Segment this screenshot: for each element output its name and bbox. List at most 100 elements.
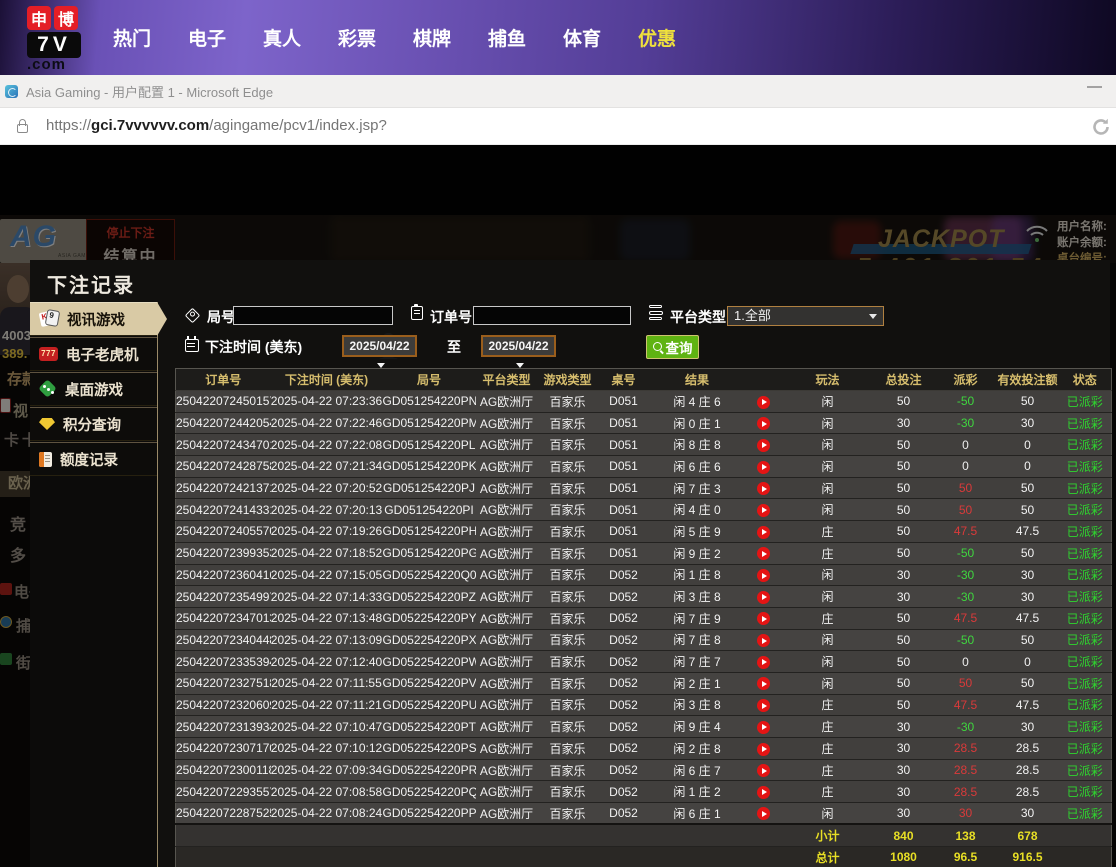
reload-icon[interactable] — [1091, 117, 1111, 137]
play-video-icon[interactable] — [757, 786, 770, 799]
play-video-icon[interactable] — [757, 461, 770, 474]
bet-time: 2025-04-22 07:23:36 — [271, 391, 383, 413]
sidebar-item-table-games[interactable]: 桌面游戏 — [30, 372, 157, 406]
round-no: GD052254220PQ — [383, 781, 476, 803]
order-no: 250422072287525 — [176, 803, 271, 825]
nav-item-promo[interactable]: 优惠 — [638, 24, 678, 51]
sidebar-item-points-inquiry[interactable]: 积分查询 — [30, 407, 157, 441]
valid-bet: 50 — [997, 542, 1059, 564]
play — [745, 694, 783, 716]
platform-type-select[interactable]: 1.全部 — [727, 306, 884, 326]
play-video-icon[interactable] — [757, 721, 770, 734]
play — [745, 607, 783, 629]
play-video-icon[interactable] — [757, 677, 770, 690]
play-video-icon[interactable] — [757, 634, 770, 647]
table-no: D051 — [598, 499, 650, 521]
valid-bet: 50 — [997, 391, 1059, 413]
sidebar-label: 额度记录 — [60, 449, 118, 470]
play — [745, 477, 783, 499]
play-video-icon[interactable] — [757, 417, 770, 430]
payout: -50 — [935, 391, 997, 413]
order-number-input[interactable] — [473, 306, 631, 325]
nav-item-lottery[interactable]: 彩票 — [338, 24, 378, 51]
total-label: 总计 — [783, 846, 873, 867]
status: 已派彩 — [1059, 781, 1112, 803]
valid-bet: 50 — [997, 499, 1059, 521]
nav-item-hot[interactable]: 热门 — [113, 24, 153, 51]
play-video-icon[interactable] — [757, 439, 770, 452]
column-header: 游戏类型 — [538, 369, 598, 391]
site-logo[interactable]: 申 博 7V .com — [27, 6, 109, 72]
bet-time: 2025-04-22 07:10:12 — [271, 738, 383, 760]
table-no: D052 — [598, 759, 650, 781]
sidebar-item-slot-machines[interactable]: 777 电子老虎机 — [30, 337, 157, 371]
modal-content: ♣ 局号 订单号 平台类型 1.全部 下注时间 (美东) 2025/04/22 — [159, 302, 1105, 867]
total-bet: 30 — [873, 412, 935, 434]
browser-url-bar[interactable]: https://gci.7vvvvvv.com/agingame/pcv1/in… — [0, 108, 1116, 145]
play-video-icon[interactable] — [757, 569, 770, 582]
bet-side: 庄 — [783, 716, 873, 738]
bet-side: 庄 — [783, 738, 873, 760]
round-number-input[interactable] — [233, 306, 393, 325]
status: 已派彩 — [1059, 694, 1112, 716]
play-video-icon[interactable] — [757, 591, 770, 604]
search-button[interactable]: 查询 — [646, 335, 699, 359]
total-bet: 30 — [873, 738, 935, 760]
play-video-icon[interactable] — [757, 612, 770, 625]
game-type: 百家乐 — [538, 499, 598, 521]
play-video-icon[interactable] — [757, 764, 770, 777]
nav-item-sports[interactable]: 体育 — [563, 24, 603, 51]
logo-suffix: .com — [27, 58, 109, 72]
platform: AG欧洲厅 — [476, 759, 538, 781]
nav-item-slots[interactable]: 电子 — [188, 24, 228, 51]
bet-side: 闲 — [783, 499, 873, 521]
nav-item-fishing[interactable]: 捕鱼 — [488, 24, 528, 51]
round-no: GD052254220PY — [383, 607, 476, 629]
payout: 28.5 — [935, 759, 997, 781]
minimize-button[interactable]: — — [1087, 78, 1102, 95]
total-bet: 30 — [873, 564, 935, 586]
play — [745, 803, 783, 825]
play-video-icon[interactable] — [757, 526, 770, 539]
round-number-label: 局号 — [207, 307, 235, 327]
result: 闲 0 庄 1 — [650, 412, 745, 434]
play-video-icon[interactable] — [757, 504, 770, 517]
play-video-icon[interactable] — [757, 699, 770, 712]
play-triangle — [762, 442, 767, 448]
play-video-icon[interactable] — [757, 482, 770, 495]
total-bet: 50 — [873, 477, 935, 499]
play-video-icon[interactable] — [757, 807, 770, 820]
table-no: D051 — [598, 412, 650, 434]
bet-time: 2025-04-22 07:13:09 — [271, 629, 383, 651]
date-from-select[interactable]: 2025/04/22 — [342, 335, 417, 357]
valid-bet: 0 — [997, 651, 1059, 673]
url-protocol: https:// — [46, 117, 91, 134]
blank-cell — [1059, 824, 1112, 846]
nav-item-live[interactable]: 真人 — [263, 24, 303, 51]
total-bet: 50 — [873, 499, 935, 521]
sidebar-item-video-games[interactable]: K9 视讯游戏 — [30, 302, 157, 336]
record-row: 2504220724501572025-04-22 07:23:36GD0512… — [176, 391, 1112, 413]
round-no: GD051254220PM — [383, 412, 476, 434]
search-icon — [653, 342, 664, 353]
play-triangle — [762, 638, 767, 644]
payout: 0 — [935, 651, 997, 673]
date-to-select[interactable]: 2025/04/22 — [481, 335, 556, 357]
bet-time: 2025-04-22 07:09:34 — [271, 759, 383, 781]
round-no: GD051254220PH — [383, 521, 476, 543]
play — [745, 391, 783, 413]
sidebar-item-credit-records[interactable]: 额度记录 — [30, 442, 157, 476]
round-no: GD051254220PG — [383, 542, 476, 564]
play-video-icon[interactable] — [757, 396, 770, 409]
record-row: 2504220723353942025-04-22 07:12:40GD0522… — [176, 651, 1112, 673]
record-row: 2504220723001182025-04-22 07:09:34GD0522… — [176, 759, 1112, 781]
valid-bet: 0 — [997, 456, 1059, 478]
status: 已派彩 — [1059, 738, 1112, 760]
total-bet: 30 — [873, 781, 935, 803]
play-video-icon[interactable] — [757, 547, 770, 560]
nav-item-cards[interactable]: 棋牌 — [413, 24, 453, 51]
play-video-icon[interactable] — [757, 743, 770, 756]
play-triangle — [762, 703, 767, 709]
play-video-icon[interactable] — [757, 656, 770, 669]
record-row: 2504220723549972025-04-22 07:14:33GD0522… — [176, 586, 1112, 608]
